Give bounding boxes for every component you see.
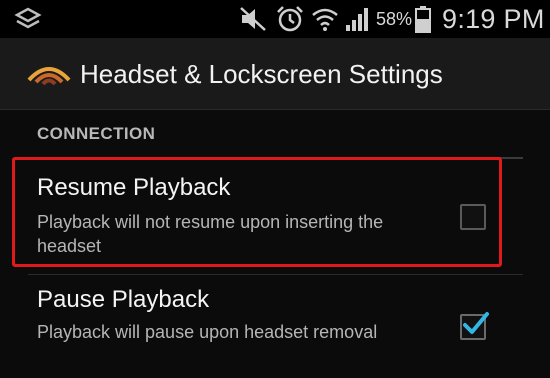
- action-bar: Headset & Lockscreen Settings: [0, 38, 550, 110]
- page-title: Headset & Lockscreen Settings: [80, 59, 443, 89]
- pref-summary: Playback will pause upon headset removal: [37, 322, 378, 342]
- signal-icon: [346, 8, 368, 31]
- section-header: CONNECTION: [37, 124, 156, 143]
- preferences-list: CONNECTION Resume Playback Playback will…: [0, 110, 550, 378]
- pref-title: Pause Playback: [37, 286, 210, 313]
- mute-icon: [240, 7, 266, 31]
- battery-percent: 58%: [376, 9, 413, 29]
- app-logo-icon[interactable]: [26, 60, 72, 88]
- checkmark-icon: [463, 312, 489, 334]
- resume-playback-checkbox[interactable]: [460, 204, 486, 230]
- wifi-icon: [312, 8, 338, 31]
- pause-playback-checkbox[interactable]: [460, 312, 489, 340]
- pref-resume-playback[interactable]: Resume Playback Playback will not resume…: [0, 166, 550, 276]
- status-clock: 9:19 PM: [442, 4, 545, 34]
- section-divider: [28, 157, 523, 159]
- alarm-icon: [277, 6, 303, 32]
- status-bar: 58% 9:19 PM: [0, 0, 550, 38]
- pref-title: Resume Playback: [37, 174, 231, 201]
- pref-summary: Playback will not resume upon inserting …: [37, 212, 384, 256]
- battery-icon: [415, 6, 431, 33]
- item-divider: [28, 274, 523, 275]
- usb-icon: [14, 7, 42, 29]
- pref-pause-playback[interactable]: Pause Playback Playback will pause upon …: [0, 276, 550, 378]
